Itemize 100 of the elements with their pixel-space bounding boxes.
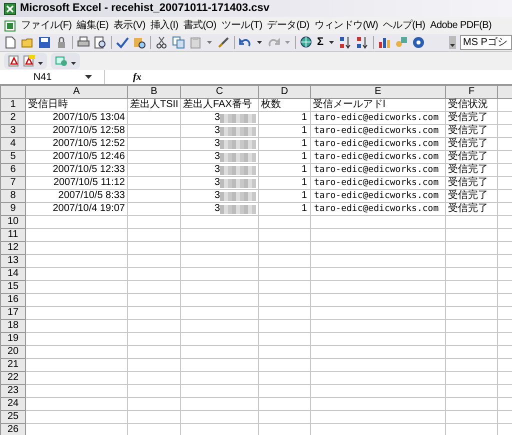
table-cell: 1 <box>258 138 310 150</box>
table-cell: 3 <box>214 177 220 189</box>
row-header[interactable]: 9 <box>0 202 26 216</box>
font-name-field[interactable]: MS Pゴシ <box>460 35 512 50</box>
table-cell: 3 <box>214 164 220 176</box>
menu-item[interactable]: ウィンドウ(W) <box>314 18 378 33</box>
window-title: Microsoft Excel - recehist_20071011-171403.csv <box>20 1 270 16</box>
row-header[interactable]: 1 <box>0 98 26 112</box>
row-header[interactable]: 12 <box>0 242 26 254</box>
row-header[interactable]: 11 <box>0 228 26 242</box>
autosum-button[interactable]: Σ <box>317 34 324 51</box>
table-cell: taro-edic@edicworks.com <box>310 176 446 190</box>
folder-icon[interactable] <box>21 36 34 49</box>
table-cell: 受信完了 <box>446 150 498 164</box>
row-header[interactable]: 20 <box>0 346 26 358</box>
row-header[interactable]: 25 <box>0 410 26 424</box>
column-header[interactable]: A <box>26 86 128 98</box>
row-header[interactable]: 7 <box>0 176 26 190</box>
row-header[interactable]: 21 <box>0 358 26 372</box>
table-cell: 3 <box>214 203 220 215</box>
table-cell: 1 <box>258 202 310 216</box>
menu-item[interactable]: データ(D) <box>267 18 310 33</box>
row-header[interactable]: 10 <box>0 216 26 228</box>
copy-icon[interactable] <box>172 36 185 49</box>
clipboard-icon[interactable] <box>189 36 202 49</box>
table-cell: 1 <box>258 124 310 138</box>
menu-item[interactable]: 表示(V) <box>114 18 146 33</box>
row-header[interactable]: 13 <box>0 254 26 268</box>
new-document-icon[interactable] <box>4 36 17 49</box>
lock-icon[interactable] <box>55 36 68 49</box>
table-cell: 受信完了 <box>446 202 498 216</box>
menu-item[interactable]: ファイル(F) <box>21 18 72 33</box>
row-header[interactable]: 15 <box>0 280 26 294</box>
row-header[interactable]: 4 <box>0 138 26 150</box>
table-cell: 3 <box>214 138 220 150</box>
name-box[interactable]: N41 <box>0 70 105 84</box>
table-cell: 受信完了 <box>446 124 498 138</box>
table-cell: 受信完了 <box>446 176 498 190</box>
column-header[interactable]: F <box>446 86 498 98</box>
table-cell: taro-edic@edicworks.com <box>310 150 446 164</box>
row-header[interactable]: 16 <box>0 294 26 306</box>
table-cell: 受信完了 <box>446 164 498 176</box>
row-header[interactable]: 17 <box>0 306 26 320</box>
table-cell: 1 <box>258 150 310 164</box>
table-cell: 2007/10/5 12:52 <box>26 138 128 150</box>
table-cell: taro-edic@edicworks.com <box>310 190 446 202</box>
column-header[interactable]: D <box>258 86 310 98</box>
menu-item[interactable]: Adobe PDF(B) <box>430 18 492 33</box>
table-cell: 1 <box>258 112 310 124</box>
menu-item[interactable]: ヘルプ(H) <box>383 18 426 33</box>
magnifier-page-icon[interactable] <box>94 36 107 49</box>
table-cell: 1 <box>258 190 310 202</box>
pixelated-redaction <box>220 152 256 162</box>
insert-function-button[interactable]: fx <box>133 70 142 84</box>
column-header[interactable]: E <box>310 86 446 98</box>
checkmark-icon[interactable] <box>116 36 129 49</box>
table-cell: 受信日時 <box>26 98 128 112</box>
table-cell: taro-edic@edicworks.com <box>310 202 446 216</box>
row-header[interactable]: 8 <box>0 190 26 202</box>
scissors-icon[interactable] <box>155 36 168 49</box>
table-cell: 受信状況 <box>446 98 498 112</box>
table-cell: 2007/10/4 19:07 <box>26 202 128 216</box>
menu-item[interactable]: 書式(O) <box>183 18 216 33</box>
row-header[interactable]: 6 <box>0 164 26 176</box>
table-cell: 3 <box>214 125 220 137</box>
row-header[interactable]: 3 <box>0 124 26 138</box>
row-header[interactable]: 14 <box>0 268 26 280</box>
menu-item[interactable]: 編集(E) <box>76 18 109 33</box>
row-header[interactable]: 2 <box>0 112 26 124</box>
column-header[interactable]: B <box>128 86 180 98</box>
table-cell: 受信完了 <box>446 112 498 124</box>
column-header[interactable]: C <box>180 86 258 98</box>
printer-icon[interactable] <box>77 36 90 49</box>
pixelated-redaction <box>220 126 256 136</box>
table-cell: taro-edic@edicworks.com <box>310 112 446 124</box>
dropdown-arrow-icon[interactable] <box>85 74 92 80</box>
pixelated-redaction <box>220 114 256 122</box>
table-cell: 受信完了 <box>446 190 498 202</box>
toolbar-options-icon[interactable] <box>449 36 456 49</box>
row-header[interactable]: 19 <box>0 332 26 346</box>
row-header[interactable]: 5 <box>0 150 26 164</box>
menu-item[interactable]: 挿入(I) <box>150 18 178 33</box>
row-header[interactable]: 24 <box>0 398 26 410</box>
row-header[interactable]: 18 <box>0 320 26 332</box>
row-header[interactable]: 22 <box>0 372 26 384</box>
table-cell: 差出人FAX番号 <box>180 98 258 112</box>
paintbrush-icon[interactable] <box>217 36 230 49</box>
table-cell: 2007/10/5 12:33 <box>26 164 128 176</box>
table-cell: 3 <box>214 190 220 202</box>
bar-chart-icon[interactable] <box>378 36 391 49</box>
pixelated-redaction <box>220 166 256 174</box>
row-header[interactable]: 23 <box>0 384 26 398</box>
sort-descending-icon[interactable] <box>356 36 369 49</box>
sort-ascending-icon[interactable] <box>338 36 352 49</box>
row-header[interactable]: 26 <box>0 424 26 435</box>
pdf-document-icon[interactable] <box>8 55 20 67</box>
pixelated-redaction <box>220 192 256 200</box>
menu-item[interactable]: ツール(T) <box>221 18 262 33</box>
pdf-mail-icon[interactable] <box>23 55 35 67</box>
table-cell: 枚数 <box>258 98 310 112</box>
